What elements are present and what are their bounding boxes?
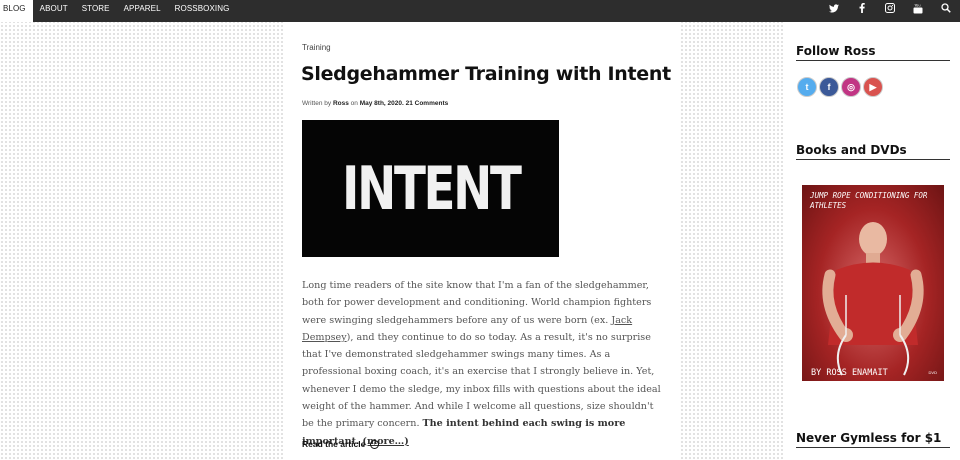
nav-item-blog[interactable]: BLOG <box>0 0 33 22</box>
twitter-icon[interactable]: t <box>797 77 817 97</box>
instagram-icon[interactable] <box>876 0 904 18</box>
sidebar: Follow Ross t f ◎ ▶ Books and DVDs JUMP … <box>783 22 960 460</box>
main-menu: BLOG ABOUT STORE APPAREL ROSSBOXING <box>0 0 236 22</box>
book-cover-jump-rope[interactable]: JUMP ROPE CONDITIONING FOR ATHLETES BY R… <box>802 185 944 381</box>
arrow-right-circle-icon: › <box>370 439 380 449</box>
byline-author[interactable]: Ross <box>333 100 349 107</box>
header-social-links: You <box>820 0 960 22</box>
book-author: BY ROSS ENAMAIT <box>811 368 888 378</box>
nav-item-rossboxing[interactable]: ROSSBOXING <box>168 0 237 22</box>
facebook-icon[interactable] <box>848 0 876 18</box>
excerpt-text-1: Long time readers of the site know that … <box>302 280 652 326</box>
byline-date: May 8th, 2020. <box>359 100 404 107</box>
instagram-icon[interactable]: ◎ <box>841 77 861 97</box>
dvd-badge: DVD <box>928 370 937 375</box>
article-excerpt: Long time readers of the site know that … <box>302 277 662 450</box>
featured-image-text: INTENT <box>341 153 522 224</box>
youtube-icon[interactable]: You <box>904 0 932 18</box>
article-card: Training Sledgehammer Training with Inte… <box>283 22 680 460</box>
athlete-figure-illustration <box>822 222 924 376</box>
nav-item-store[interactable]: STORE <box>75 0 117 22</box>
article-category[interactable]: Training <box>302 43 331 52</box>
search-icon[interactable] <box>932 0 960 18</box>
facebook-icon[interactable]: f <box>819 77 839 97</box>
book-title: JUMP ROPE CONDITIONING FOR ATHLETES <box>810 191 928 210</box>
read-article-label: Read the article <box>302 439 366 449</box>
twitter-icon[interactable] <box>820 0 848 18</box>
never-gymless-heading: Never Gymless for $1 <box>796 431 950 448</box>
top-navigation: BLOG ABOUT STORE APPAREL ROSSBOXING You <box>0 0 960 22</box>
byline-prefix: Written by <box>302 100 332 107</box>
books-dvds-heading: Books and DVDs <box>796 143 950 160</box>
nav-item-about[interactable]: ABOUT <box>33 0 75 22</box>
article-byline: Written by Ross on May 8th, 2020. 21 Com… <box>302 100 448 107</box>
youtube-icon[interactable]: ▶ <box>863 77 883 97</box>
excerpt-text-2: ), and they continue to do so today. As … <box>302 331 661 430</box>
read-article-link[interactable]: Read the article › <box>302 439 380 449</box>
byline-comments[interactable]: 21 Comments <box>406 100 449 107</box>
svg-text:You: You <box>915 3 921 7</box>
article-featured-image[interactable]: INTENT <box>302 120 559 257</box>
nav-item-apparel[interactable]: APPAREL <box>117 0 168 22</box>
byline-on: on <box>350 100 358 107</box>
follow-social-icons: t f ◎ ▶ <box>797 77 883 97</box>
article-title[interactable]: Sledgehammer Training with Intent <box>301 63 681 85</box>
follow-ross-heading: Follow Ross <box>796 44 950 61</box>
